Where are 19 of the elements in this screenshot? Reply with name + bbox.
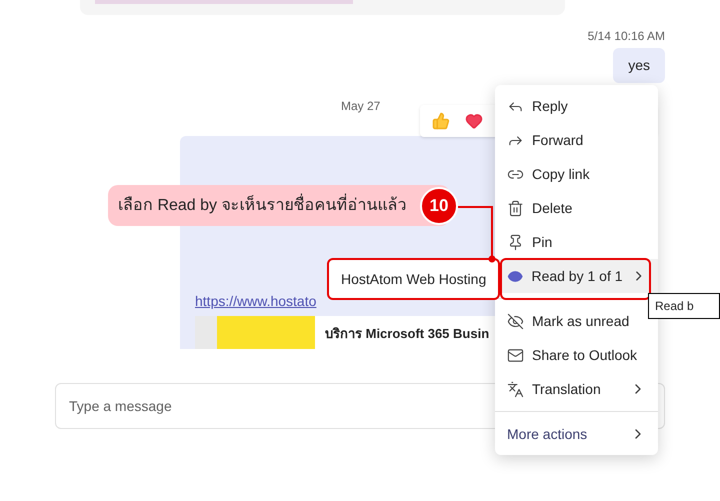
message-timestamp: 5/14 10:16 AM [588, 28, 665, 45]
menu-item[interactable]: Delete [495, 191, 658, 225]
menu-item[interactable]: Forward [495, 123, 658, 157]
delete-icon [507, 200, 524, 216]
pin-icon [507, 234, 524, 250]
menu-item[interactable]: Read by 1 of 1 [495, 259, 658, 293]
menu-item[interactable]: Reply [495, 89, 658, 123]
tooltip: Read b [648, 293, 720, 319]
reader-name: HostAtom Web Hosting [341, 270, 486, 289]
thumbs-up-icon[interactable] [432, 112, 450, 130]
menu-item[interactable]: Pin [495, 225, 658, 259]
heart-icon[interactable] [465, 112, 483, 130]
menu-item[interactable]: Share to Outlook [495, 338, 658, 372]
menu-item[interactable]: Copy link [495, 157, 658, 191]
translate-icon [507, 380, 524, 398]
message-bubble: yes [613, 48, 665, 83]
date-label: May 27 [341, 98, 380, 115]
mail-icon [507, 346, 524, 364]
preview-title: บริการ Microsoft 365 Busin [325, 325, 490, 343]
